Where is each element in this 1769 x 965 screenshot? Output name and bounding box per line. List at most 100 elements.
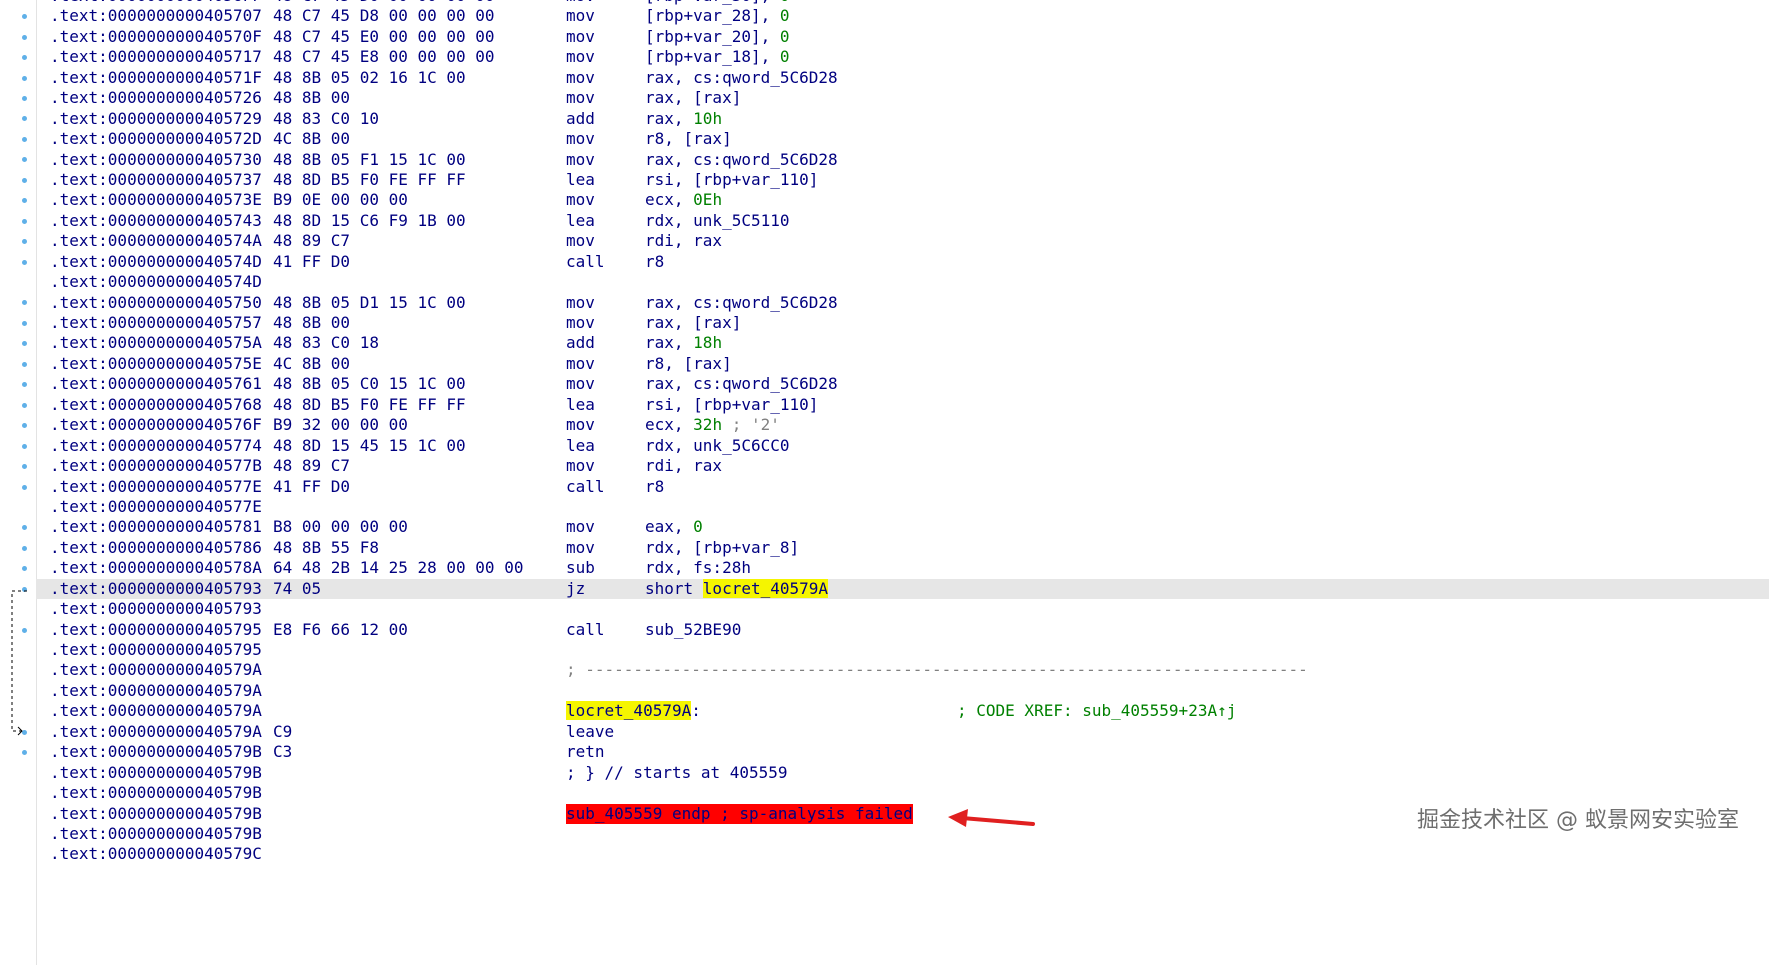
listing-row[interactable]: .text:000000000040579A xyxy=(36,681,1769,701)
listing-row[interactable]: .text:000000000040572D 4C 8B 00 mov r8, [ra… xyxy=(36,129,1769,149)
operands[interactable]: rax, 10h xyxy=(645,109,722,129)
address[interactable]: .text:000000000040570F xyxy=(50,27,262,47)
listing-row[interactable]: .text:000000000040579A ; ----------------… xyxy=(36,660,1769,680)
address[interactable]: .text:000000000040579A xyxy=(50,660,262,680)
listing-row[interactable]: .text:000000000040574D xyxy=(36,272,1769,292)
disassembly-listing[interactable]: .text:00000000004056FF48 C7 45 D0 00 00 … xyxy=(36,0,1769,865)
address[interactable]: .text:0000000000405781 xyxy=(50,517,262,537)
mnemonic[interactable]: mov xyxy=(566,313,595,333)
listing-row[interactable]: .text:000000000040577E 41 FF D0 call r8 xyxy=(36,477,1769,497)
listing-row[interactable]: .text:000000000040577E xyxy=(36,497,1769,517)
listing-row[interactable]: .text:0000000000405795 xyxy=(36,640,1769,660)
mnemonic[interactable]: lea xyxy=(566,211,595,231)
operands[interactable]: rsi, [rbp+var_110] xyxy=(645,395,818,415)
mnemonic[interactable]: call xyxy=(566,252,605,272)
mnemonic[interactable]: mov xyxy=(566,374,595,394)
listing-row[interactable]: .text:0000000000405707 48 C7 45 D8 00 00 … xyxy=(36,6,1769,26)
address[interactable]: .text:000000000040579B xyxy=(50,742,262,762)
address[interactable]: .text:0000000000405795 xyxy=(50,620,262,640)
address[interactable]: .text:000000000040576F xyxy=(50,415,262,435)
listing-row[interactable]: .text:000000000040579B ; } // starts at 4… xyxy=(36,763,1769,783)
mnemonic[interactable]: mov xyxy=(566,517,595,537)
listing-row[interactable]: .text:000000000040579B xyxy=(36,783,1769,803)
mnemonic[interactable]: jz xyxy=(566,579,585,599)
address[interactable]: .text:0000000000405774 xyxy=(50,436,262,456)
sp-analysis-failed-error[interactable]: sub_405559 endp ; sp-analysis failed xyxy=(566,803,913,824)
mnemonic[interactable]: mov xyxy=(566,47,595,67)
mnemonic[interactable]: add xyxy=(566,333,595,353)
address[interactable]: .text:000000000040579A xyxy=(50,701,262,721)
listing-row[interactable]: .text:000000000040574D 41 FF D0 call r8 xyxy=(36,252,1769,272)
listing-row[interactable]: .text:000000000040579A C9 leave xyxy=(36,722,1769,742)
address[interactable]: .text:0000000000405717 xyxy=(50,47,262,67)
mnemonic[interactable]: mov xyxy=(566,293,595,313)
listing-row[interactable]: .text:0000000000405737 48 8D B5 F0 FE FF … xyxy=(36,170,1769,190)
operands[interactable]: eax, 0 xyxy=(645,517,703,537)
operands[interactable]: ecx, 32h ; '2' xyxy=(645,415,780,435)
mnemonic[interactable]: mov xyxy=(566,231,595,251)
operands[interactable]: ecx, 0Eh xyxy=(645,190,722,210)
mnemonic[interactable]: mov xyxy=(566,88,595,108)
mnemonic[interactable]: mov xyxy=(566,354,595,374)
mnemonic[interactable]: mov xyxy=(566,150,595,170)
listing-row[interactable]: .text:000000000040576F B9 32 00 00 00 mov e… xyxy=(36,415,1769,435)
listing-row[interactable]: .text:0000000000405757 48 8B 00 mov rax, [r… xyxy=(36,313,1769,333)
code-label[interactable]: locret_40579A: xyxy=(566,701,701,721)
listing-row[interactable]: .text:000000000040571F 48 8B 05 02 16 1C … xyxy=(36,68,1769,88)
address[interactable]: .text:0000000000405757 xyxy=(50,313,262,333)
address[interactable]: .text:000000000040575A xyxy=(50,333,262,353)
address[interactable]: .text:0000000000405786 xyxy=(50,538,262,558)
address[interactable]: .text:000000000040573E xyxy=(50,190,262,210)
listing-row[interactable]: .text:0000000000405795 E8 F6 66 12 00 call… xyxy=(36,620,1769,640)
address[interactable]: .text:0000000000405761 xyxy=(50,374,262,394)
operands[interactable]: rax, cs:qword_5C6D28 xyxy=(645,150,838,170)
mnemonic[interactable]: leave xyxy=(566,722,614,742)
address[interactable]: .text:0000000000405768 xyxy=(50,395,262,415)
mnemonic[interactable]: sub xyxy=(566,558,595,578)
listing-row[interactable]: .text:0000000000405761 48 8B 05 C0 15 1C … xyxy=(36,374,1769,394)
listing-row[interactable]: .text:0000000000405781 B8 00 00 00 00 mov e… xyxy=(36,517,1769,537)
listing-row[interactable]: .text:0000000000405793 xyxy=(36,599,1769,619)
address[interactable]: .text:0000000000405729 xyxy=(50,109,262,129)
address[interactable]: .text:000000000040579A xyxy=(50,722,262,742)
mnemonic[interactable]: mov xyxy=(566,456,595,476)
listing-row[interactable]: .text:0000000000405743 48 8D 15 C6 F9 1B … xyxy=(36,211,1769,231)
address[interactable]: .text:000000000040579B xyxy=(50,783,262,803)
listing-row[interactable]: .text:0000000000405768 48 8D B5 F0 FE FF … xyxy=(36,395,1769,415)
address[interactable]: .text:0000000000405737 xyxy=(50,170,262,190)
listing-row[interactable]: .text:0000000000405774 48 8D 15 45 15 1C … xyxy=(36,436,1769,456)
address[interactable]: .text:0000000000405707 xyxy=(50,6,262,26)
mnemonic[interactable]: lea xyxy=(566,436,595,456)
mnemonic[interactable]: lea xyxy=(566,170,595,190)
listing-row[interactable]: .text:0000000000405730 48 8B 05 F1 15 1C … xyxy=(36,150,1769,170)
operands[interactable]: rdx, unk_5C6CC0 xyxy=(645,436,790,456)
operands[interactable]: rdi, rax xyxy=(645,231,722,251)
mnemonic[interactable]: mov xyxy=(566,415,595,435)
address[interactable]: .text:000000000040577B xyxy=(50,456,262,476)
address[interactable]: .text:000000000040578A xyxy=(50,558,262,578)
listing-row[interactable]: .text:000000000040570F 48 C7 45 E0 00 00 … xyxy=(36,27,1769,47)
listing-row[interactable]: .text:000000000040579C xyxy=(36,844,1769,864)
operands[interactable]: rdi, rax xyxy=(645,456,722,476)
address[interactable]: .text:000000000040579B xyxy=(50,824,262,844)
address[interactable]: .text:000000000040577E xyxy=(50,477,262,497)
label-name[interactable]: locret_40579A xyxy=(566,701,692,721)
address[interactable]: .text:000000000040575E xyxy=(50,354,262,374)
address[interactable]: .text:0000000000405793 xyxy=(50,599,262,619)
address[interactable]: .text:000000000040571F xyxy=(50,68,262,88)
operands[interactable]: rax, cs:qword_5C6D28 xyxy=(645,374,838,394)
listing-row[interactable]: .text:000000000040579B C3 retn xyxy=(36,742,1769,762)
listing-row[interactable]: .text:000000000040573E B9 0E 00 00 00 mov e… xyxy=(36,190,1769,210)
code-xref-comment[interactable]: ; CODE XREF: sub_405559+23A↑j xyxy=(957,701,1236,721)
operands[interactable]: rax, [rax] xyxy=(645,88,741,108)
operands[interactable]: rdx, fs:28h xyxy=(645,558,751,578)
listing-row[interactable]: .text:0000000000405750 48 8B 05 D1 15 1C … xyxy=(36,293,1769,313)
operands[interactable]: short locret_40579A xyxy=(645,578,829,599)
address[interactable]: .text:000000000040577E xyxy=(50,497,262,517)
operands[interactable]: rax, cs:qword_5C6D28 xyxy=(645,293,838,313)
listing-row[interactable]: .text:0000000000405717 48 C7 45 E8 00 00 … xyxy=(36,47,1769,67)
operands[interactable]: [rbp+var_18], 0 xyxy=(645,47,790,67)
address[interactable]: .text:000000000040574D xyxy=(50,272,262,292)
mnemonic[interactable]: call xyxy=(566,620,605,640)
operands[interactable]: r8 xyxy=(645,252,664,272)
